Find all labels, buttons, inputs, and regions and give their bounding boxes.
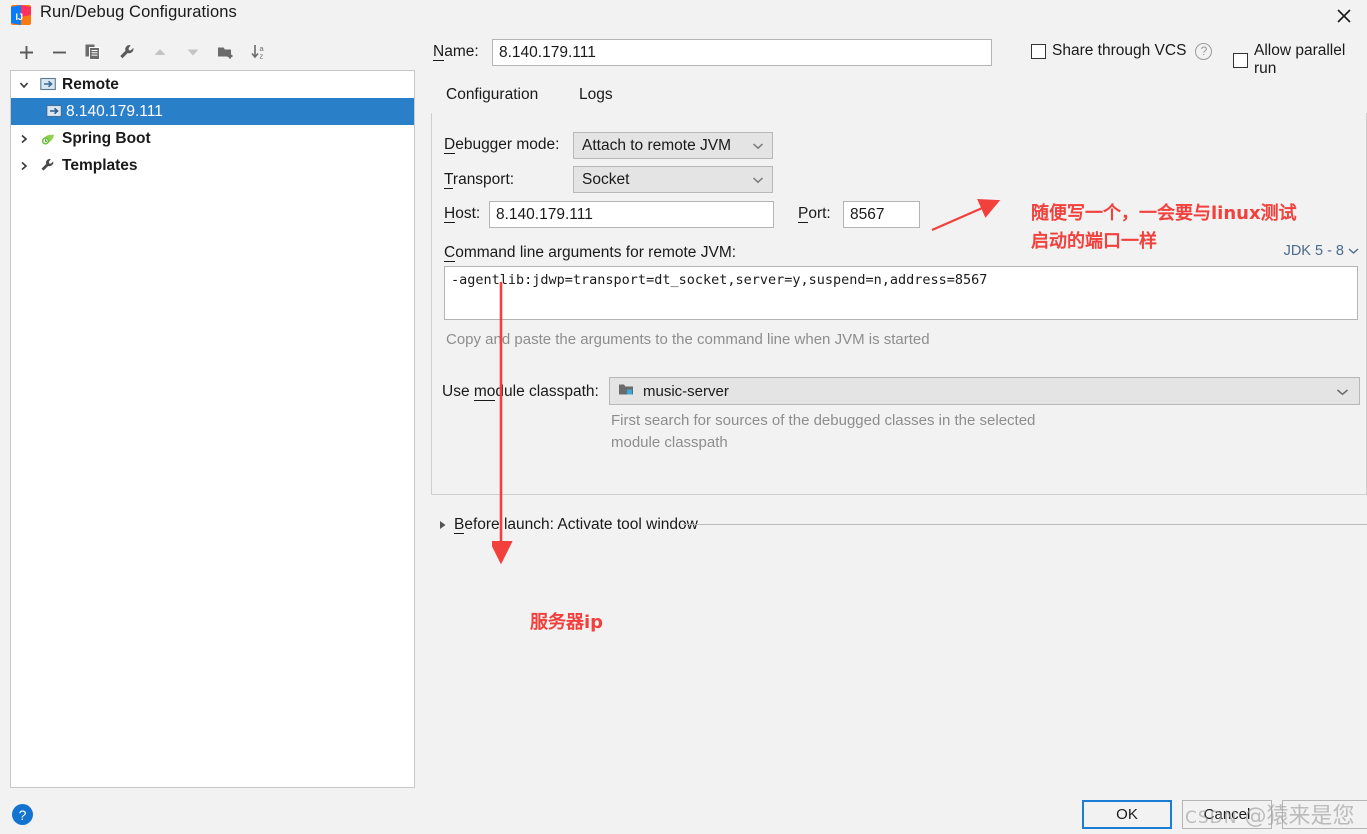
cancel-button[interactable]: Cancel [1182,800,1272,829]
tree-node-8-140-179-111[interactable]: 8.140.179.111 [11,98,414,125]
port-input[interactable] [843,201,920,228]
debugger-mode-label: Debugger mode: [444,136,560,154]
tree-node-templates[interactable]: Templates [11,152,414,179]
remove-configuration-button[interactable] [46,38,72,66]
host-annotation-label: 服务器ip [530,612,604,633]
jdk-version-selector[interactable]: JDK 5 - 8 [1284,243,1359,259]
close-icon[interactable] [1329,2,1359,30]
checkbox-box[interactable] [1031,43,1046,59]
chevron-down-icon [752,137,764,155]
wrench-icon [37,157,59,174]
before-launch-separator [682,524,1367,525]
name-input[interactable] [492,39,992,66]
checkbox-box[interactable] [1233,52,1248,68]
module-classpath-select[interactable]: music-server [609,377,1360,405]
intellij-idea-icon: IJ [10,4,32,26]
chevron-right-icon[interactable] [11,133,37,145]
chevron-right-icon[interactable] [11,160,37,172]
add-configuration-button[interactable] [13,38,39,66]
sort-az-button[interactable]: a z [246,38,272,66]
command-line-args-textarea[interactable]: -agentlib:jdwp=transport=dt_socket,serve… [444,266,1358,320]
configurations-toolbar: a z [10,38,415,68]
help-button[interactable]: ? [12,804,33,825]
remote-icon [37,77,59,92]
tab-logs[interactable]: Logs [577,82,615,108]
apply-button[interactable] [1282,800,1367,829]
move-down-button[interactable] [180,38,206,66]
tree-node-label: Spring Boot [62,129,151,147]
debugger-mode-select[interactable]: Attach to remote JVM [573,132,773,159]
question-mark-icon[interactable]: ? [1195,42,1213,60]
chevron-down-icon [1336,383,1349,400]
port-annotation-line1: 随便写一个，一会要与linux测试 [1031,203,1297,224]
module-classpath-hint-line2: module classpath [611,434,728,451]
svg-text:IJ: IJ [16,12,24,22]
command-line-args-label: Command line arguments for remote JVM: [444,244,737,262]
chevron-down-icon [1348,248,1359,254]
ok-button[interactable]: OK [1082,800,1172,829]
run-debug-configurations-dialog: IJ Run/Debug Configurations a z Remote 8… [0,0,1367,834]
jdk-version-label: JDK 5 - 8 [1283,243,1344,259]
host-input[interactable] [489,201,774,228]
module-classpath-label: Use module classpath: [442,383,599,401]
edit-templates-wrench-icon[interactable] [114,38,140,66]
debugger-mode-value: Attach to remote JVM [582,136,732,154]
tree-node-label: Remote [62,75,119,93]
tree-node-label: Templates [62,156,138,174]
tree-node-label: 8.140.179.111 [66,102,163,120]
host-label: Host: [444,205,481,223]
configuration-tabs: Configuration Logs [434,82,1367,114]
port-label: Port: [798,205,831,223]
transport-value: Socket [582,170,630,188]
before-launch-label[interactable]: Before launch: Activate tool window [454,516,698,534]
svg-text:z: z [259,52,263,61]
create-folder-button[interactable] [213,38,239,66]
window-title: Run/Debug Configurations [40,3,237,21]
module-folder-icon [618,382,635,401]
tree-node-remote[interactable]: Remote [11,71,414,98]
share-through-vcs-checkbox[interactable]: Share through VCS ? [1031,42,1213,60]
tab-configuration[interactable]: Configuration [444,82,540,108]
spring-boot-icon [37,131,59,147]
tree-node-spring-boot[interactable]: Spring Boot [11,125,414,152]
allow-parallel-run-label: Allow parallel run [1254,42,1346,77]
move-up-button[interactable] [147,38,173,66]
module-classpath-hint-line1: First search for sources of the debugged… [611,412,1036,429]
remote-icon [43,104,65,119]
title-bar: IJ Run/Debug Configurations [0,0,1367,33]
name-label: Name: [433,43,479,61]
copy-configuration-button[interactable] [80,38,106,66]
before-launch-expander-icon[interactable] [437,518,449,532]
port-annotation-line2: 启动的端口一样 [1031,231,1157,252]
chevron-down-icon[interactable] [11,79,37,91]
module-classpath-value: music-server [643,382,729,400]
transport-label: Transport: [444,171,515,189]
port-annotation-arrow [931,198,1001,232]
host-annotation-arrow [492,282,513,565]
command-line-hint: Copy and paste the arguments to the comm… [446,331,930,348]
configurations-tree: Remote 8.140.179.111 Spring Boot Templat… [10,70,415,788]
share-through-vcs-label: Share through VCS [1052,42,1187,59]
chevron-down-icon [752,171,764,189]
allow-parallel-run-checkbox[interactable]: Allow parallel run [1233,42,1367,78]
transport-select[interactable]: Socket [573,166,773,193]
